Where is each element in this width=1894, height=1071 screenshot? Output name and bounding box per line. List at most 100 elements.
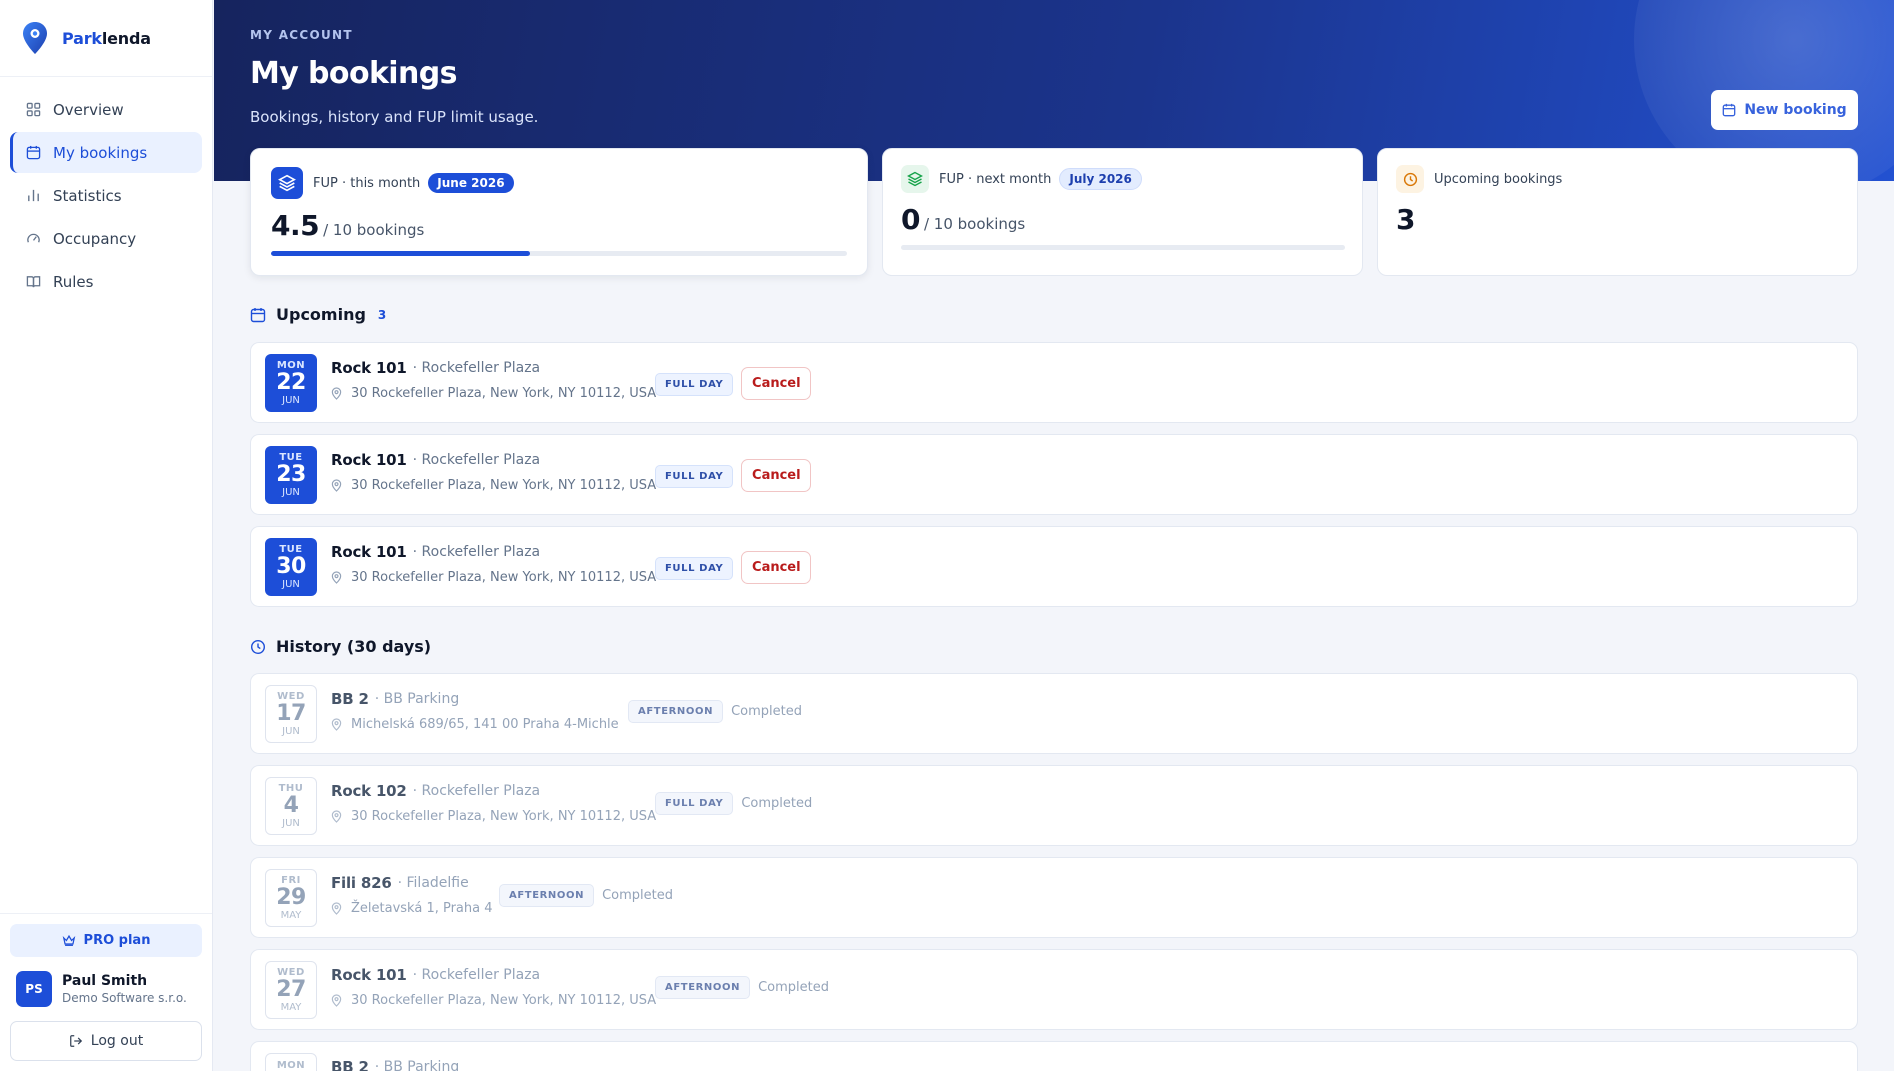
- sidebar-item-my-bookings[interactable]: My bookings: [10, 132, 202, 173]
- map-pin-icon: [331, 718, 342, 731]
- place-name: · Rockefeller Plaza: [412, 544, 541, 560]
- address: Michelská 689/65, 141 00 Praha 4-Michle: [351, 717, 619, 732]
- history-section-title: History (30 days): [250, 637, 431, 656]
- crown-icon: [62, 934, 76, 947]
- sidebar-item-occupancy[interactable]: Occupancy: [10, 218, 202, 259]
- new-booking-button[interactable]: New booking: [1711, 90, 1858, 130]
- upcoming-count-badge: 3: [377, 307, 387, 322]
- logout-button[interactable]: Log out: [10, 1021, 202, 1061]
- fup-used-value: 0: [901, 203, 920, 236]
- sidebar-item-overview[interactable]: Overview: [10, 89, 202, 130]
- fup-next-month-card: FUP · next month July 2026 0 / 10 bookin…: [882, 148, 1363, 276]
- spot-name: BB 2: [331, 1058, 369, 1071]
- bar-chart-icon: [24, 187, 42, 205]
- sidebar-item-label: My bookings: [53, 143, 148, 162]
- gauge-icon: [24, 230, 42, 248]
- user-company: Demo Software s.r.o.: [62, 991, 187, 1005]
- brand-name: Parklenda: [62, 29, 151, 48]
- booking-meta: FULL DAY Completed: [655, 792, 812, 815]
- booking-type-badge: AFTERNOON: [628, 700, 724, 723]
- sidebar: Parklenda Overview My bookings Statistic…: [0, 0, 213, 1071]
- date-day: 22: [276, 370, 306, 395]
- spot-name: Rock 102: [331, 782, 407, 800]
- booking-meta: AFTERNOON Completed: [655, 976, 829, 999]
- booking-details: Rock 101 · Rockefeller Plaza 30 Rockefell…: [331, 359, 656, 401]
- address: 30 Rockefeller Plaza, New York, NY 10112…: [351, 478, 657, 493]
- booking-type-badge: AFTERNOON: [655, 976, 751, 999]
- place-name: · BB Parking: [374, 691, 460, 707]
- booking-type-badge: FULL DAY: [655, 557, 734, 580]
- section-title-text: History (30 days): [276, 637, 432, 656]
- sidebar-item-label: Occupancy: [53, 229, 137, 248]
- pro-plan-label: PRO plan: [83, 933, 151, 948]
- calendar-icon: [250, 307, 266, 323]
- history-row[interactable]: MON BB 2 · BB Parking: [250, 1041, 1858, 1071]
- period-badge: June 2026: [428, 173, 514, 193]
- status-text: Completed: [602, 888, 673, 903]
- map-pin-icon: [331, 387, 342, 400]
- card-header: FUP · next month July 2026: [901, 165, 1142, 193]
- user-profile[interactable]: PS Paul Smith Demo Software s.r.o.: [10, 969, 202, 1009]
- history-row[interactable]: WED 17 JUN BB 2 · BB Parking Michelská 68…: [250, 673, 1858, 754]
- date-tile: TUE 23 JUN: [265, 446, 317, 504]
- page-eyebrow: MY ACCOUNT: [250, 28, 353, 42]
- page-subtitle: Bookings, history and FUP limit usage.: [250, 108, 539, 126]
- booking-meta: AFTERNOON Completed: [499, 884, 673, 907]
- book-icon: [24, 273, 42, 291]
- history-row[interactable]: FRI 29 MAY Fili 826 · Filadelfie Želetavs…: [250, 857, 1858, 938]
- booking-row[interactable]: TUE 30 JUN Rock 101 · Rockefeller Plaza 3…: [250, 526, 1858, 607]
- logout-icon: [69, 1034, 83, 1048]
- layers-icon: [271, 167, 303, 199]
- sidebar-item-statistics[interactable]: Statistics: [10, 175, 202, 216]
- map-pin-icon: [331, 810, 342, 823]
- date-day: 30: [276, 554, 306, 579]
- booking-row[interactable]: TUE 23 JUN Rock 101 · Rockefeller Plaza 3…: [250, 434, 1858, 515]
- booking-details: Rock 101 · Rockefeller Plaza 30 Rockefell…: [331, 451, 656, 493]
- booking-details: BB 2 · BB Parking Michelská 689/65, 141 0…: [331, 690, 619, 732]
- booking-type-badge: AFTERNOON: [499, 884, 595, 907]
- booking-details: Rock 102 · Rockefeller Plaza 30 Rockefell…: [331, 782, 656, 824]
- date-month: JUN: [282, 395, 300, 406]
- spot-name: Rock 101: [331, 543, 407, 561]
- sidebar-item-label: Statistics: [53, 186, 122, 205]
- sidebar-item-label: Rules: [53, 272, 94, 291]
- date-day: 27: [276, 977, 306, 1002]
- brand[interactable]: Parklenda: [0, 0, 212, 77]
- cancel-button[interactable]: Cancel: [741, 367, 812, 400]
- status-text: Completed: [758, 980, 829, 995]
- date-tile: WED 17 JUN: [265, 685, 317, 743]
- map-pin-icon: [331, 479, 342, 492]
- pro-plan-badge[interactable]: PRO plan: [10, 924, 202, 957]
- date-tile: TUE 30 JUN: [265, 538, 317, 596]
- history-row[interactable]: WED 27 MAY Rock 101 · Rockefeller Plaza 3…: [250, 949, 1858, 1030]
- booking-details: Rock 101 · Rockefeller Plaza 30 Rockefell…: [331, 966, 656, 1008]
- address: Želetavská 1, Praha 4: [351, 901, 493, 916]
- booking-details: Rock 101 · Rockefeller Plaza 30 Rockefell…: [331, 543, 656, 585]
- date-tile: THU 4 JUN: [265, 777, 317, 835]
- stat-value: 4.5 / 10 bookings: [271, 209, 424, 242]
- history-row[interactable]: THU 4 JUN Rock 102 · Rockefeller Plaza 30…: [250, 765, 1858, 846]
- place-name: · Rockefeller Plaza: [412, 783, 541, 799]
- sidebar-nav: Overview My bookings Statistics Occupanc…: [0, 77, 212, 316]
- fup-limit: / 10 bookings: [923, 215, 1026, 233]
- place-name: · Rockefeller Plaza: [412, 360, 541, 376]
- date-month: JUN: [282, 579, 300, 590]
- booking-meta: AFTERNOON Completed: [628, 700, 802, 723]
- sidebar-item-label: Overview: [53, 100, 124, 119]
- cancel-button[interactable]: Cancel: [741, 459, 812, 492]
- booking-type-badge: FULL DAY: [655, 792, 734, 815]
- place-name: · Filadelfie: [397, 875, 469, 891]
- booking-row[interactable]: MON 22 JUN Rock 101 · Rockefeller Plaza 3…: [250, 342, 1858, 423]
- grid-icon: [24, 101, 42, 119]
- logo-pin-icon: [23, 22, 47, 54]
- card-header: FUP · this month June 2026: [271, 167, 514, 199]
- date-month: JUN: [282, 818, 300, 829]
- address: 30 Rockefeller Plaza, New York, NY 10112…: [351, 570, 657, 585]
- cancel-button[interactable]: Cancel: [741, 551, 812, 584]
- date-day: 23: [276, 462, 306, 487]
- place-name: · Rockefeller Plaza: [412, 967, 541, 983]
- sidebar-footer: PRO plan PS Paul Smith Demo Software s.r…: [0, 913, 212, 1071]
- upcoming-section-title: Upcoming 3: [250, 305, 386, 324]
- sidebar-item-rules[interactable]: Rules: [10, 261, 202, 302]
- place-name: · Rockefeller Plaza: [412, 452, 541, 468]
